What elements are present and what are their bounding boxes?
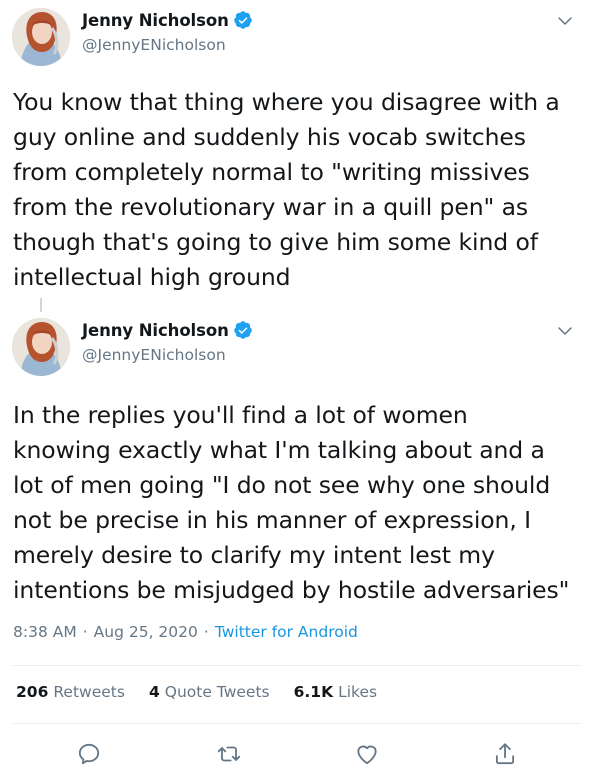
author-name-row: Jenny Nicholson bbox=[82, 10, 253, 30]
verified-badge-icon bbox=[233, 320, 253, 340]
tweet-text: You know that thing where you disagree w… bbox=[13, 88, 560, 291]
author-handle[interactable]: @JennyENicholson bbox=[82, 346, 226, 364]
chevron-down-icon[interactable] bbox=[556, 12, 574, 30]
heart-icon[interactable] bbox=[354, 741, 380, 767]
tweet-metadata: 8:38 AM · Aug 25, 2020 · Twitter for And… bbox=[13, 623, 358, 641]
tweet-source-link[interactable]: Twitter for Android bbox=[215, 623, 358, 641]
display-name[interactable]: Jenny Nicholson bbox=[82, 11, 229, 30]
retweet-icon[interactable] bbox=[216, 741, 242, 767]
avatar[interactable] bbox=[12, 8, 70, 66]
retweets-count: 206 bbox=[16, 683, 49, 701]
tweet-actions bbox=[0, 741, 594, 771]
divider bbox=[13, 723, 581, 724]
verified-badge-icon bbox=[233, 10, 253, 30]
meta-separator: · bbox=[203, 623, 209, 641]
retweets-label: Retweets bbox=[53, 683, 125, 701]
quote-tweets-label: Quote Tweets bbox=[164, 683, 270, 701]
author-name-row: Jenny Nicholson bbox=[82, 320, 253, 340]
share-icon[interactable] bbox=[492, 741, 518, 767]
avatar[interactable] bbox=[12, 318, 70, 376]
quote-tweets-stat[interactable]: 4 Quote Tweets bbox=[149, 683, 270, 701]
likes-count: 6.1K bbox=[293, 683, 334, 701]
retweets-stat[interactable]: 206 Retweets bbox=[16, 683, 125, 701]
tweet-stats: 206 Retweets 4 Quote Tweets 6.1K Likes bbox=[16, 683, 401, 701]
tweet-time[interactable]: 8:38 AM bbox=[13, 623, 77, 641]
tweet-date[interactable]: Aug 25, 2020 bbox=[94, 623, 198, 641]
likes-label: Likes bbox=[338, 683, 378, 701]
chevron-down-icon[interactable] bbox=[556, 322, 574, 340]
thread-connector bbox=[40, 298, 42, 312]
display-name[interactable]: Jenny Nicholson bbox=[82, 321, 229, 340]
tweet-text: In the replies you'll find a lot of wome… bbox=[13, 401, 570, 604]
author-handle[interactable]: @JennyENicholson bbox=[82, 36, 226, 54]
quote-tweets-count: 4 bbox=[148, 683, 160, 701]
likes-stat[interactable]: 6.1K Likes bbox=[294, 683, 377, 701]
divider bbox=[13, 665, 581, 666]
reply-icon[interactable] bbox=[76, 741, 102, 767]
meta-separator: · bbox=[82, 623, 88, 641]
